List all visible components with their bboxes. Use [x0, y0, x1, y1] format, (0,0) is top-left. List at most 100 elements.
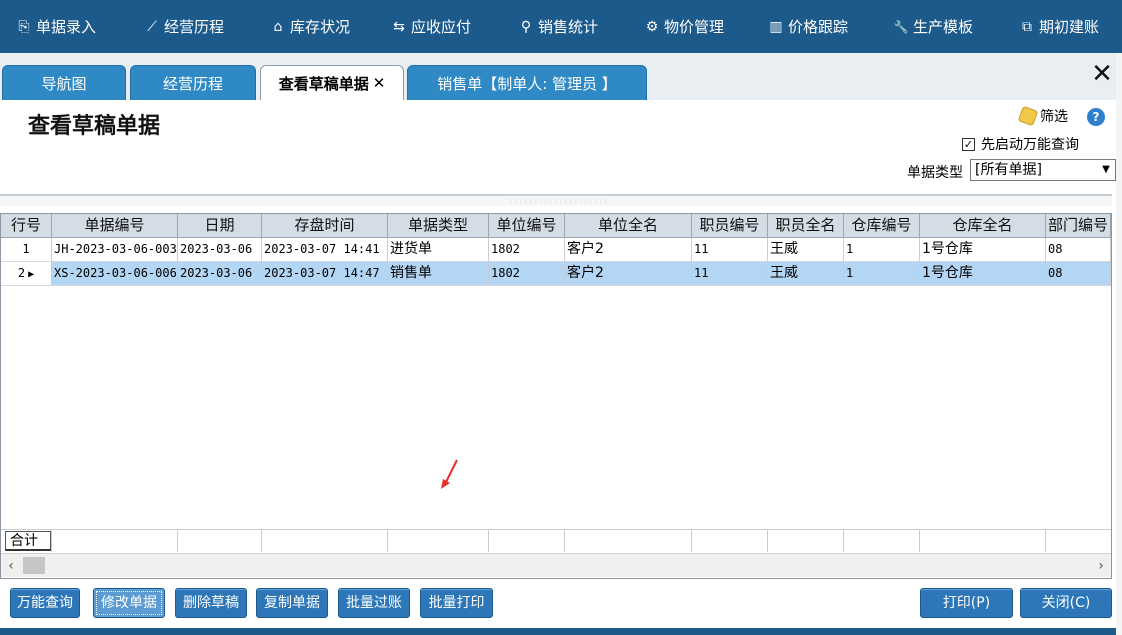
col-header[interactable]: 职员编号: [692, 214, 768, 238]
grid-total-row: 合计: [1, 529, 1111, 552]
cell-row-no: 1: [1, 238, 52, 262]
advanced-query-button[interactable]: 万能查询: [10, 588, 80, 618]
col-header[interactable]: 仓库全名: [920, 214, 1046, 238]
tab-view-drafts[interactable]: 查看草稿单据 ✕: [260, 65, 404, 100]
menu-item-price-tracking[interactable]: ▥ 价格跟踪: [768, 0, 848, 53]
row-number: 2: [17, 266, 26, 280]
top-menu-bar: ⎘ 单据录入 ⟋ 经营历程 ⌂ 库存状况 ⇆ 应收应付 ⚲ 销售统计 ⚙ 物价管…: [0, 0, 1122, 53]
cell-saved-at: 2023-03-07 14:41: [262, 238, 388, 262]
col-header[interactable]: 单据编号: [52, 214, 178, 238]
advanced-query-checkbox[interactable]: ✓: [962, 137, 975, 151]
filter-icon: [1017, 105, 1039, 127]
total-cell: [692, 530, 768, 552]
home-icon: ⌂: [273, 18, 283, 35]
table-row-selected[interactable]: 2 ▶ XS-2023-03-06-006 2023-03-06 2023-03-…: [1, 262, 1111, 286]
total-cell: [844, 530, 920, 552]
exchange-arrows-icon: ⇆: [393, 18, 405, 35]
menu-item-price-management[interactable]: ⚙ 物价管理: [644, 0, 724, 53]
menu-item-sales-stats[interactable]: ⚲ 销售统计: [518, 0, 598, 53]
scrollbar-thumb[interactable]: [23, 557, 45, 574]
cell-staff-no: 11: [692, 262, 768, 286]
help-icon[interactable]: ?: [1087, 108, 1105, 126]
col-header[interactable]: 存盘时间: [262, 214, 388, 238]
cell-wh-no: 1: [844, 238, 920, 262]
total-cell: [920, 530, 1046, 552]
total-cell: [178, 530, 262, 552]
external-link-icon: ⧉: [1022, 18, 1032, 35]
menu-item-production-template[interactable]: 🔧 生产模板: [893, 0, 974, 53]
line-chart-icon: ⟋: [147, 18, 157, 35]
tab-sales-order[interactable]: 销售单【制单人: 管理员 】: [407, 65, 647, 100]
scroll-right-icon[interactable]: ›: [1091, 554, 1111, 578]
batch-print-button[interactable]: 批量打印: [420, 588, 493, 618]
col-header[interactable]: 行号: [1, 214, 52, 238]
menu-item-label: 经营历程: [164, 18, 225, 36]
cell-doc-type: 销售单: [388, 262, 489, 286]
close-icon[interactable]: ✕: [373, 74, 386, 92]
col-header[interactable]: 部门编号: [1046, 214, 1111, 238]
menu-item-label: 期初建账: [1039, 18, 1100, 36]
search-icon: ⚲: [520, 18, 532, 35]
menu-item-opening-accounts[interactable]: ⧉ 期初建账: [1019, 0, 1099, 53]
panel-splitter[interactable]: ⋮⋮⋮⋮⋮⋮⋮⋮⋮⋮⋮⋮⋮⋮⋮⋮⋮⋮⋮⋮: [0, 194, 1112, 206]
menu-item-receivables[interactable]: ⇆ 应收应付: [391, 0, 471, 53]
cell-wh-name: 1号仓库: [920, 262, 1046, 286]
total-cell: [388, 530, 489, 552]
menu-item-label: 价格跟踪: [788, 18, 849, 36]
col-header[interactable]: 单位编号: [489, 214, 565, 238]
chevron-down-icon: ▼: [1102, 164, 1110, 175]
print-button[interactable]: 打印(P): [920, 588, 1013, 618]
cell-date: 2023-03-06: [178, 238, 262, 262]
total-cell: [52, 530, 178, 552]
col-header[interactable]: 日期: [178, 214, 262, 238]
filter-label: 筛选: [1040, 109, 1068, 125]
cell-doc-type: 进货单: [388, 238, 489, 262]
document-entry-icon: ⎘: [18, 18, 30, 35]
tab-business-history[interactable]: 经营历程: [130, 65, 256, 100]
total-label: 合计: [5, 531, 51, 551]
cell-row-no: 2 ▶: [1, 262, 52, 286]
cell-staff-name: 王威: [768, 238, 844, 262]
tab-label: 导航图: [41, 74, 87, 93]
menu-item-label: 物价管理: [664, 18, 725, 36]
batch-post-button[interactable]: 批量过账: [338, 588, 410, 618]
cell-unit-name: 客户2: [565, 262, 692, 286]
col-header[interactable]: 单据类型: [388, 214, 489, 238]
menu-item-label: 应收应付: [411, 18, 472, 36]
cell-unit-name: 客户2: [565, 238, 692, 262]
close-window-icon[interactable]: ✕: [1090, 61, 1114, 88]
col-header[interactable]: 职员全名: [768, 214, 844, 238]
copy-document-button[interactable]: 复制单据: [256, 588, 328, 618]
tab-navigation[interactable]: 导航图: [2, 65, 126, 100]
doc-type-select[interactable]: [所有单据] ▼: [970, 159, 1116, 181]
menu-item-document-entry[interactable]: ⎘ 单据录入: [16, 0, 96, 53]
current-row-icon: ▶: [28, 269, 35, 280]
wrench-icon: 🔧: [893, 19, 909, 34]
cell-staff-no: 11: [692, 238, 768, 262]
cell-wh-name: 1号仓库: [920, 238, 1046, 262]
menu-item-inventory[interactable]: ⌂ 库存状况: [270, 0, 350, 53]
edit-document-button[interactable]: 修改单据: [93, 588, 165, 618]
col-header[interactable]: 单位全名: [565, 214, 692, 238]
col-header[interactable]: 仓库编号: [844, 214, 920, 238]
cell-saved-at: 2023-03-07 14:47: [262, 262, 388, 286]
doc-type-label: 单据类型: [907, 165, 963, 181]
close-button[interactable]: 关闭(C): [1020, 588, 1112, 618]
grid-empty-area: [1, 286, 1111, 529]
cell-unit-no: 1802: [489, 238, 565, 262]
filter-button[interactable]: 筛选: [1017, 105, 1068, 127]
delete-draft-button[interactable]: 删除草稿: [175, 588, 247, 618]
cell-dept-no: 08: [1046, 262, 1111, 286]
menu-item-label: 销售统计: [538, 18, 599, 36]
tab-label: 经营历程: [162, 74, 223, 93]
total-cell: [262, 530, 388, 552]
menu-item-label: 单据录入: [36, 18, 97, 36]
advanced-query-label: 先启动万能查询: [981, 137, 1079, 153]
cell-doc-no: JH-2023-03-06-003: [52, 238, 178, 262]
menu-item-business-history[interactable]: ⟋ 经营历程: [144, 0, 224, 53]
table-row[interactable]: 1 JH-2023-03-06-003 2023-03-06 2023-03-0…: [1, 238, 1111, 262]
horizontal-scrollbar[interactable]: ‹ ›: [1, 553, 1111, 577]
scroll-left-icon[interactable]: ‹: [1, 554, 21, 578]
gear-icon: ⚙: [645, 18, 659, 35]
doc-type-value: [所有单据]: [975, 162, 1042, 178]
